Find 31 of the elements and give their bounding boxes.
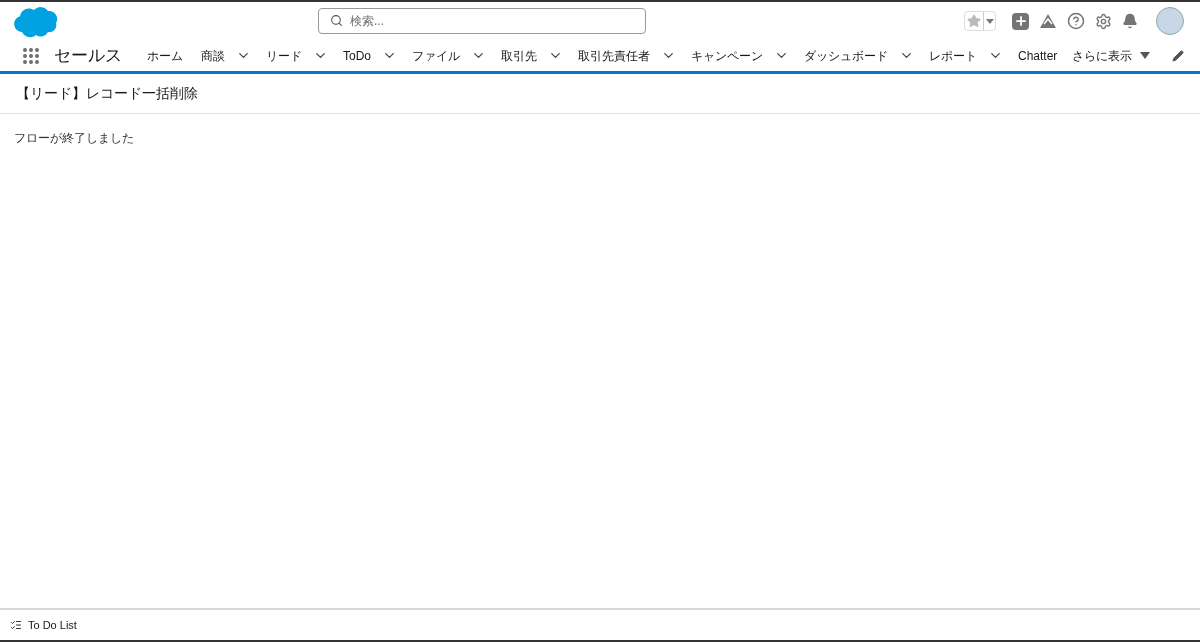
search-field[interactable]: 検索... [318,8,646,34]
help-icon[interactable] [1067,12,1085,30]
nav-tab[interactable]: Chatter [1015,46,1061,65]
add-button[interactable] [1012,12,1029,30]
nav-tab[interactable]: キャンペーン [688,46,766,65]
nav-tab[interactable]: 商談 [198,46,228,65]
status-message: フローが終了しました [14,131,134,145]
nav-tab[interactable]: ToDo [340,46,374,65]
app-name: セールス [54,44,122,67]
favorites-button[interactable] [964,11,996,31]
nav-tab[interactable]: ホーム [144,46,186,65]
nav-tab[interactable]: 取引先 [498,46,540,65]
nav-tab[interactable]: リード [263,46,305,65]
settings-icon[interactable] [1095,12,1112,30]
edit-icon[interactable] [1172,49,1184,62]
notifications-icon[interactable] [1122,13,1138,29]
more-tab[interactable]: さらに表示 [1072,46,1133,65]
star-icon [967,14,981,28]
cloud-logo[interactable] [12,4,60,38]
nav-tab[interactable]: ファイル [409,46,463,65]
page-title: 【リード】レコード一括削除 [16,84,198,103]
caret-icon [983,12,995,30]
app-launcher-icon[interactable] [22,46,40,65]
caret-icon[interactable] [1140,52,1151,59]
mountain-icon[interactable] [1039,13,1057,29]
nav-tab[interactable]: ダッシュボード [801,46,891,65]
checklist-icon [10,619,22,631]
nav-tab[interactable]: レポート [926,46,980,65]
nav-tab[interactable]: 取引先責任者 [575,46,653,65]
search-icon [330,14,343,27]
todo-list-button[interactable]: To Do List [10,616,77,634]
